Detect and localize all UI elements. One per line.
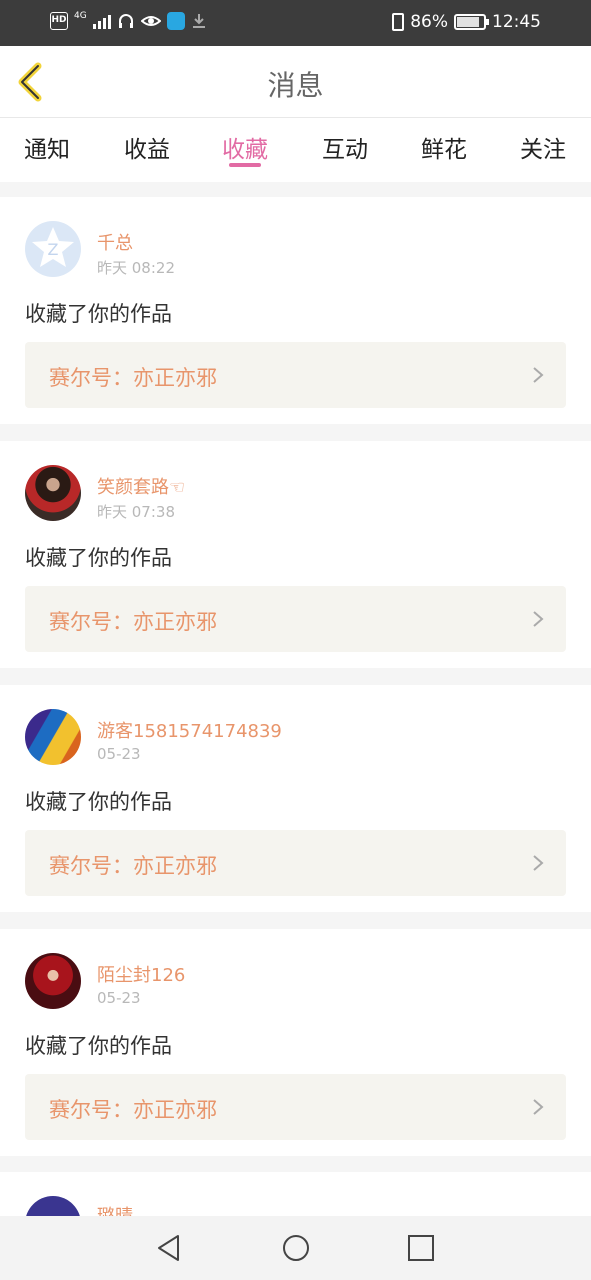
vibrate-icon xyxy=(392,13,405,31)
signal-icon xyxy=(92,13,111,29)
chevron-right-icon xyxy=(533,1099,544,1115)
notification-card: 笑颜套路☜ 昨天 07:38 收藏了你的作品 赛尔号：亦正亦邪 xyxy=(0,441,591,668)
avatar[interactable] xyxy=(25,465,81,521)
user-name[interactable]: 游客1581574174839 xyxy=(97,717,282,743)
tab-flowers[interactable]: 鲜花 xyxy=(409,130,479,164)
chevron-right-icon xyxy=(533,855,544,871)
tab-bar: 通知 收益 收藏 互动 鲜花 关注 xyxy=(0,118,591,182)
timestamp: 昨天 07:38 xyxy=(97,503,175,521)
qq-default-avatar-icon: Z xyxy=(32,227,74,267)
eye-icon xyxy=(140,16,161,26)
clock: 12:45 xyxy=(492,12,541,32)
battery-icon xyxy=(454,14,489,30)
tab-earnings[interactable]: 收益 xyxy=(112,130,182,164)
user-name[interactable]: 陌尘封126 xyxy=(97,961,185,987)
chevron-right-icon xyxy=(533,611,544,627)
svg-text:Z: Z xyxy=(48,240,59,259)
action-text: 收藏了你的作品 xyxy=(25,790,172,814)
avatar[interactable] xyxy=(25,709,81,765)
qq-browser-icon xyxy=(166,12,185,30)
battery-percent: 86% xyxy=(410,12,448,32)
timestamp: 05-23 xyxy=(97,989,141,1007)
action-text: 收藏了你的作品 xyxy=(25,546,172,570)
hd-icon: HD xyxy=(50,12,68,30)
work-title: 赛尔号：亦正亦邪 xyxy=(49,366,217,390)
timestamp: 昨天 08:22 xyxy=(97,259,175,277)
tab-interactions[interactable]: 互动 xyxy=(310,130,380,164)
user-name[interactable]: 璐晴 xyxy=(97,1202,133,1216)
nav-home-icon[interactable] xyxy=(281,1233,311,1263)
app-header: 消息 xyxy=(0,46,591,118)
headphones-icon xyxy=(118,14,133,28)
status-bar: HD 4G 86% 12:45 xyxy=(0,0,591,46)
nav-recents-icon[interactable] xyxy=(406,1233,436,1263)
avatar[interactable] xyxy=(25,953,81,1009)
avatar[interactable] xyxy=(25,1196,81,1216)
system-nav-bar xyxy=(0,1216,591,1280)
nav-back-icon[interactable] xyxy=(154,1233,184,1263)
page-title: 消息 xyxy=(267,69,324,102)
active-tab-indicator xyxy=(229,163,261,167)
work-link[interactable]: 赛尔号：亦正亦邪 xyxy=(25,830,566,896)
tab-following[interactable]: 关注 xyxy=(508,130,578,164)
work-title: 赛尔号：亦正亦邪 xyxy=(49,610,217,634)
user-name[interactable]: 千总 xyxy=(97,229,133,255)
action-text: 收藏了你的作品 xyxy=(25,302,172,326)
download-icon xyxy=(192,14,205,28)
work-link[interactable]: 赛尔号：亦正亦邪 xyxy=(25,342,566,408)
avatar[interactable]: Z xyxy=(25,221,81,277)
notification-card: 陌尘封126 05-23 收藏了你的作品 赛尔号：亦正亦邪 xyxy=(0,929,591,1156)
tab-favorites[interactable]: 收藏 xyxy=(210,130,280,164)
notification-card: 游客1581574174839 05-23 收藏了你的作品 赛尔号：亦正亦邪 xyxy=(0,685,591,912)
network-type-icon: 4G xyxy=(74,11,87,21)
user-name[interactable]: 笑颜套路☜ xyxy=(97,473,185,499)
timestamp: 05-23 xyxy=(97,745,141,763)
work-title: 赛尔号：亦正亦邪 xyxy=(49,854,217,878)
work-link[interactable]: 赛尔号：亦正亦邪 xyxy=(25,1074,566,1140)
tab-notifications[interactable]: 通知 xyxy=(12,130,82,164)
work-title: 赛尔号：亦正亦邪 xyxy=(49,1098,217,1122)
work-link[interactable]: 赛尔号：亦正亦邪 xyxy=(25,586,566,652)
notification-card: Z 千总 昨天 08:22 收藏了你的作品 赛尔号：亦正亦邪 xyxy=(0,197,591,424)
chevron-right-icon xyxy=(533,367,544,383)
action-text: 收藏了你的作品 xyxy=(25,1034,172,1058)
notification-card: 璐晴 xyxy=(0,1172,591,1216)
